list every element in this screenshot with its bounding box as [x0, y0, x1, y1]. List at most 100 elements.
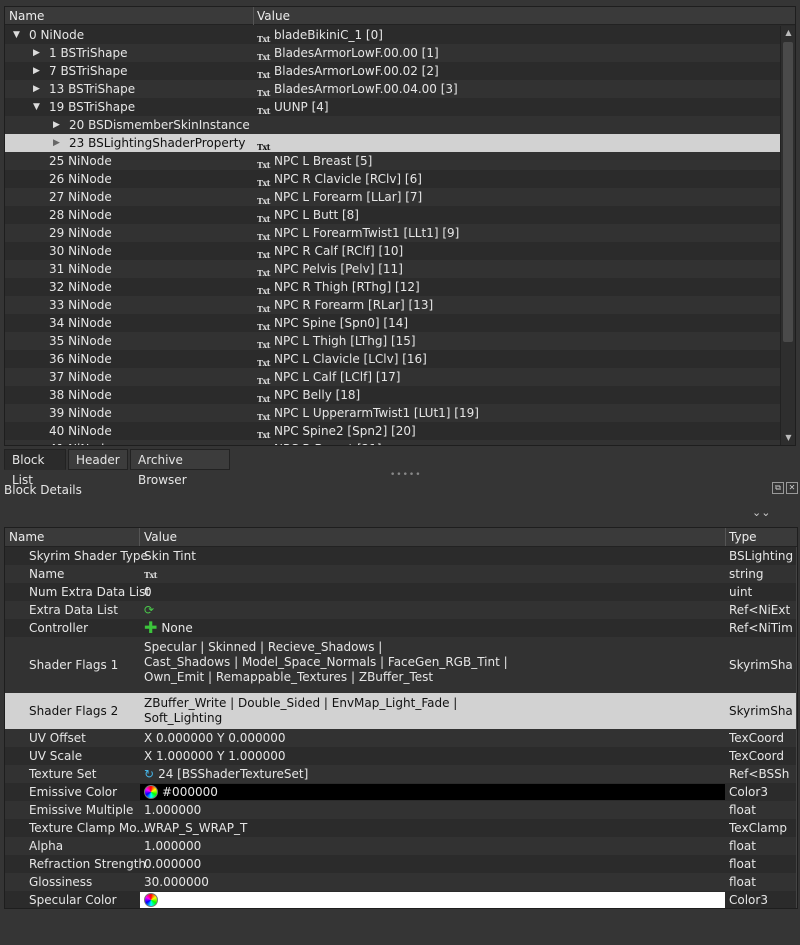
property-row[interactable]: Glossiness 30.000000 float [5, 873, 797, 891]
column-header-name[interactable]: Name [9, 530, 44, 544]
tree-row[interactable]: 33 NiNode Txt NPC R Forearm [RLar] [13] [5, 296, 781, 314]
tree-row[interactable]: 28 NiNode Txt NPC L Butt [8] [5, 206, 781, 224]
text-type-icon: Txt [144, 570, 157, 580]
property-row[interactable]: UV Offset X 0.000000 Y 0.000000 TexCoord [5, 729, 797, 747]
tree-row-name: 37 NiNode [49, 370, 112, 384]
property-row[interactable]: Name Txt string [5, 565, 797, 584]
property-row[interactable]: Texture Set ↻ 24 [BSShaderTextureSet] Ref<B… [5, 765, 797, 783]
property-value[interactable]: 0 [144, 583, 152, 601]
text-type-icon: Txt [257, 444, 270, 445]
property-row[interactable]: Shader Flags 1 Specular | Skinned | Recie… [5, 637, 797, 693]
property-row[interactable]: Texture Clamp Mo... WRAP_S_WRAP_T TexClamp [5, 819, 797, 837]
property-value[interactable]: 30.000000 [144, 873, 209, 891]
expand-right-icon[interactable]: ▶ [33, 62, 43, 80]
expand-right-icon[interactable]: ▶ [33, 80, 43, 98]
tree-row-value: NPC R Breast [21] [274, 440, 382, 445]
property-row[interactable]: Emissive Color #000000 Color3 [5, 783, 797, 801]
property-row[interactable]: Refraction Strength 0.000000 float [5, 855, 797, 873]
property-value[interactable]: ZBuffer_Write | Double_Sided | EnvMap_Li… [144, 696, 457, 726]
color-swatch[interactable] [140, 784, 725, 800]
property-value[interactable]: ✚ None [144, 619, 193, 637]
property-value[interactable]: 0.000000 [144, 855, 201, 873]
float-icon[interactable]: ⧉ [772, 482, 784, 494]
tree-row[interactable]: ▶ 1 BSTriShape Txt BladesArmorLowF.00.00 [1… [5, 44, 781, 62]
property-value[interactable] [144, 891, 162, 908]
tree-row[interactable]: ▶ 13 BSTriShape Txt BladesArmorLowF.00.04.0… [5, 80, 781, 98]
property-value-text: 24 [BSShaderTextureSet] [158, 767, 309, 781]
property-row[interactable]: Shader Flags 2 ZBuffer_Write | Double_Sid… [5, 693, 797, 729]
tree-row[interactable]: 25 NiNode Txt NPC L Breast [5] [5, 152, 781, 170]
tree-scrollbar[interactable]: ▲ ▼ [780, 26, 795, 445]
column-header-type[interactable]: Type [729, 530, 757, 544]
property-value[interactable]: ↻ 24 [BSShaderTextureSet] [144, 765, 308, 783]
color-wheel-icon [144, 893, 158, 907]
tree-row-name: 41 NiNode [49, 440, 112, 445]
tree-row[interactable]: 32 NiNode Txt NPC R Thigh [RThg] [12] [5, 278, 781, 296]
property-row[interactable]: Specular Color Color3 [5, 891, 797, 908]
tree-row[interactable]: 38 NiNode Txt NPC Belly [18] [5, 386, 781, 404]
property-value[interactable]: 1.000000 [144, 837, 201, 855]
property-name: Alpha [29, 839, 64, 853]
property-row[interactable]: Extra Data List ⟳ Ref<NiExt [5, 601, 797, 619]
property-row[interactable]: Skyrim Shader Type Skin Tint BSLighting [5, 547, 797, 565]
tree-row-value: NPC L Butt [8] [274, 208, 359, 222]
property-row[interactable]: UV Scale X 1.000000 Y 1.000000 TexCoord [5, 747, 797, 765]
tree-row[interactable]: 36 NiNode Txt NPC L Clavicle [LClv] [16] [5, 350, 781, 368]
block-details-table[interactable]: Name Value Type Skyrim Shader Type Skin T… [4, 527, 798, 909]
column-header-value[interactable]: Value [144, 530, 177, 544]
property-value[interactable]: X 1.000000 Y 1.000000 [144, 747, 286, 765]
expand-right-icon[interactable]: ▶ [33, 44, 43, 62]
property-value[interactable]: 1.000000 [144, 801, 201, 819]
property-row[interactable]: Emissive Multiple 1.000000 float [5, 801, 797, 819]
property-value[interactable]: Txt [144, 565, 157, 584]
tree-row[interactable]: 31 NiNode Txt NPC Pelvis [Pelv] [11] [5, 260, 781, 278]
property-rows: Skyrim Shader Type Skin Tint BSLighting Nam… [5, 547, 797, 908]
column-header-value[interactable]: Value [257, 9, 290, 23]
property-value[interactable]: Specular | Skinned | Recieve_Shadows | C… [144, 640, 508, 685]
tree-row[interactable]: 26 NiNode Txt NPC R Clavicle [RClv] [6] [5, 170, 781, 188]
panel-splitter-handle[interactable]: ••••• [390, 471, 421, 480]
tree-row[interactable]: 27 NiNode Txt NPC L Forearm [LLar] [7] [5, 188, 781, 206]
tab-archive-browser[interactable]: Archive Browser [130, 449, 230, 487]
tree-row-value: bladeBikiniC_1 [0] [274, 28, 383, 42]
tree-row[interactable]: 34 NiNode Txt NPC Spine [Spn0] [14] [5, 314, 781, 332]
tab-block-list[interactable]: Block List [4, 449, 66, 487]
property-value[interactable]: WRAP_S_WRAP_T [144, 819, 247, 837]
tree-row[interactable]: 29 NiNode Txt NPC L ForearmTwist1 [LLt1] [… [5, 224, 781, 242]
expand-down-icon[interactable]: ▼ [13, 26, 23, 44]
column-header-name[interactable]: Name [9, 9, 44, 23]
property-type: Ref<NiTim [729, 621, 793, 635]
close-icon[interactable]: ✕ [786, 482, 798, 494]
tree-row[interactable]: ▼ 0 NiNode Txt bladeBikiniC_1 [0] [5, 26, 781, 44]
tree-row[interactable]: ▶ 7 BSTriShape Txt BladesArmorLowF.00.02 [2… [5, 62, 781, 80]
tree-row-name: 35 NiNode [49, 334, 112, 348]
scroll-thumb[interactable] [783, 42, 793, 342]
expand-right-icon[interactable]: ▶ [53, 134, 63, 152]
scroll-down-icon[interactable]: ▼ [781, 431, 795, 445]
scroll-up-icon[interactable]: ▲ [781, 26, 795, 40]
tree-row-value: NPC Pelvis [Pelv] [11] [274, 262, 403, 276]
property-value[interactable]: Skin Tint [144, 547, 196, 565]
tree-row[interactable]: 41 NiNode Txt NPC R Breast [21] [5, 440, 781, 445]
color-swatch[interactable] [140, 892, 725, 908]
property-row[interactable]: Num Extra Data List 0 uint [5, 583, 797, 601]
tree-row[interactable]: 39 NiNode Txt NPC L UpperarmTwist1 [LUt1] … [5, 404, 781, 422]
expand-down-icon[interactable]: ▼ [33, 98, 43, 116]
property-value[interactable]: #000000 [144, 783, 218, 801]
tree-row[interactable]: ▶ 23 BSLightingShaderProperty Txt [5, 134, 781, 152]
tree-row[interactable]: 35 NiNode Txt NPC L Thigh [LThg] [15] [5, 332, 781, 350]
expand-right-icon[interactable]: ▶ [53, 116, 63, 134]
tree-row[interactable]: 40 NiNode Txt NPC Spine2 [Spn2] [20] [5, 422, 781, 440]
tree-row[interactable]: 30 NiNode Txt NPC R Calf [RClf] [10] [5, 242, 781, 260]
property-row[interactable]: Alpha 1.000000 float [5, 837, 797, 855]
property-value-text: 1.000000 [144, 803, 202, 817]
property-value[interactable]: ⟳ [144, 601, 154, 619]
property-value[interactable]: X 0.000000 Y 0.000000 [144, 729, 286, 747]
tab-header[interactable]: Header [68, 449, 128, 470]
tree-row[interactable]: ▼ 19 BSTriShape Txt UUNP [4] [5, 98, 781, 116]
block-list-tree[interactable]: Name Value ▼ 0 NiNode Txt bladeBikiniC_1 [0… [4, 6, 796, 446]
property-row[interactable]: Controller ✚ None Ref<NiTim [5, 619, 797, 637]
tree-row[interactable]: 37 NiNode Txt NPC L Calf [LClf] [17] [5, 368, 781, 386]
tree-row[interactable]: ▶ 20 BSDismemberSkinInstance [5, 116, 781, 134]
collapse-all-icon[interactable]: ⌄⌄ [752, 506, 770, 520]
